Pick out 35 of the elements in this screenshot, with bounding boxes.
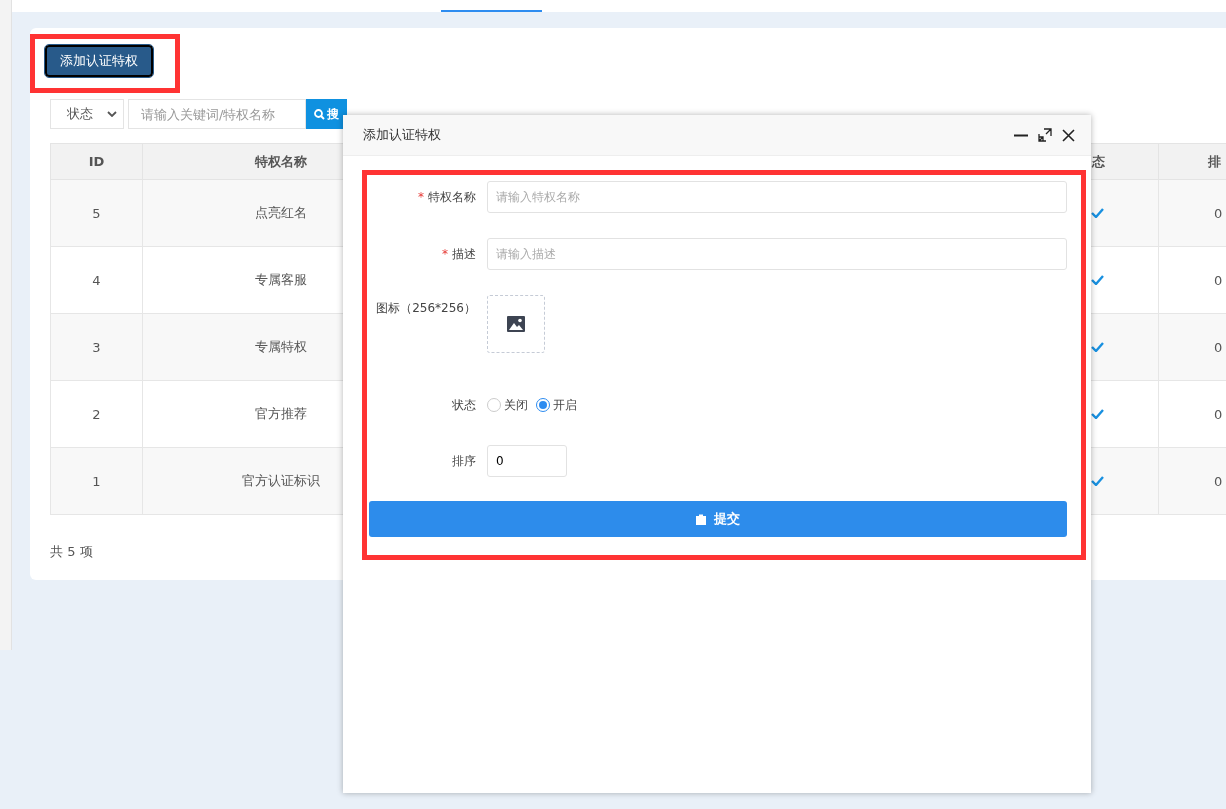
field-label: 特权名称 [428,190,476,204]
table-cell: 0 [1158,179,1226,247]
add-button[interactable]: 添加认证特权 [45,45,153,77]
chevron-icon [107,111,117,117]
number-field[interactable]: 0 [487,445,567,477]
search-icon [314,108,325,120]
table-cell: 0 [1158,380,1226,448]
table-cell: 0 [1158,313,1226,381]
table-cell: 4 [50,246,143,314]
radio-option[interactable]: 关闭 [487,395,528,415]
close-icon[interactable] [1062,128,1075,142]
required-mark: * [442,247,448,261]
upload-box[interactable] [487,295,545,353]
maximize-icon[interactable] [1038,128,1052,142]
radio-option[interactable]: 开启 [536,395,577,415]
dialog-title: 添加认证特权 [363,126,441,144]
table-cell: 0 [1158,246,1226,314]
image-icon [507,316,525,332]
table-cell: 1 [50,447,143,515]
table-cell: 5 [50,179,143,247]
field-label: 排序 [452,454,476,468]
table-cell: 2 [50,380,143,448]
bag-icon [696,513,706,525]
table-cell: 3 [50,313,143,381]
text-field[interactable]: 请输入描述 [487,238,1067,270]
column-header: 排 [1158,143,1226,180]
field-label: 描述 [452,247,476,261]
status-select[interactable]: 状态 [50,99,124,129]
text-field[interactable]: 请输入特权名称 [487,181,1067,213]
total-count: 共 5 项 [50,543,94,561]
table-cell: 0 [1158,447,1226,515]
required-mark: * [418,190,424,204]
field-label: 状态 [452,398,476,412]
search-field[interactable]: 请输入关键词/特权名称 [128,99,306,129]
column-header: ID [50,143,143,180]
